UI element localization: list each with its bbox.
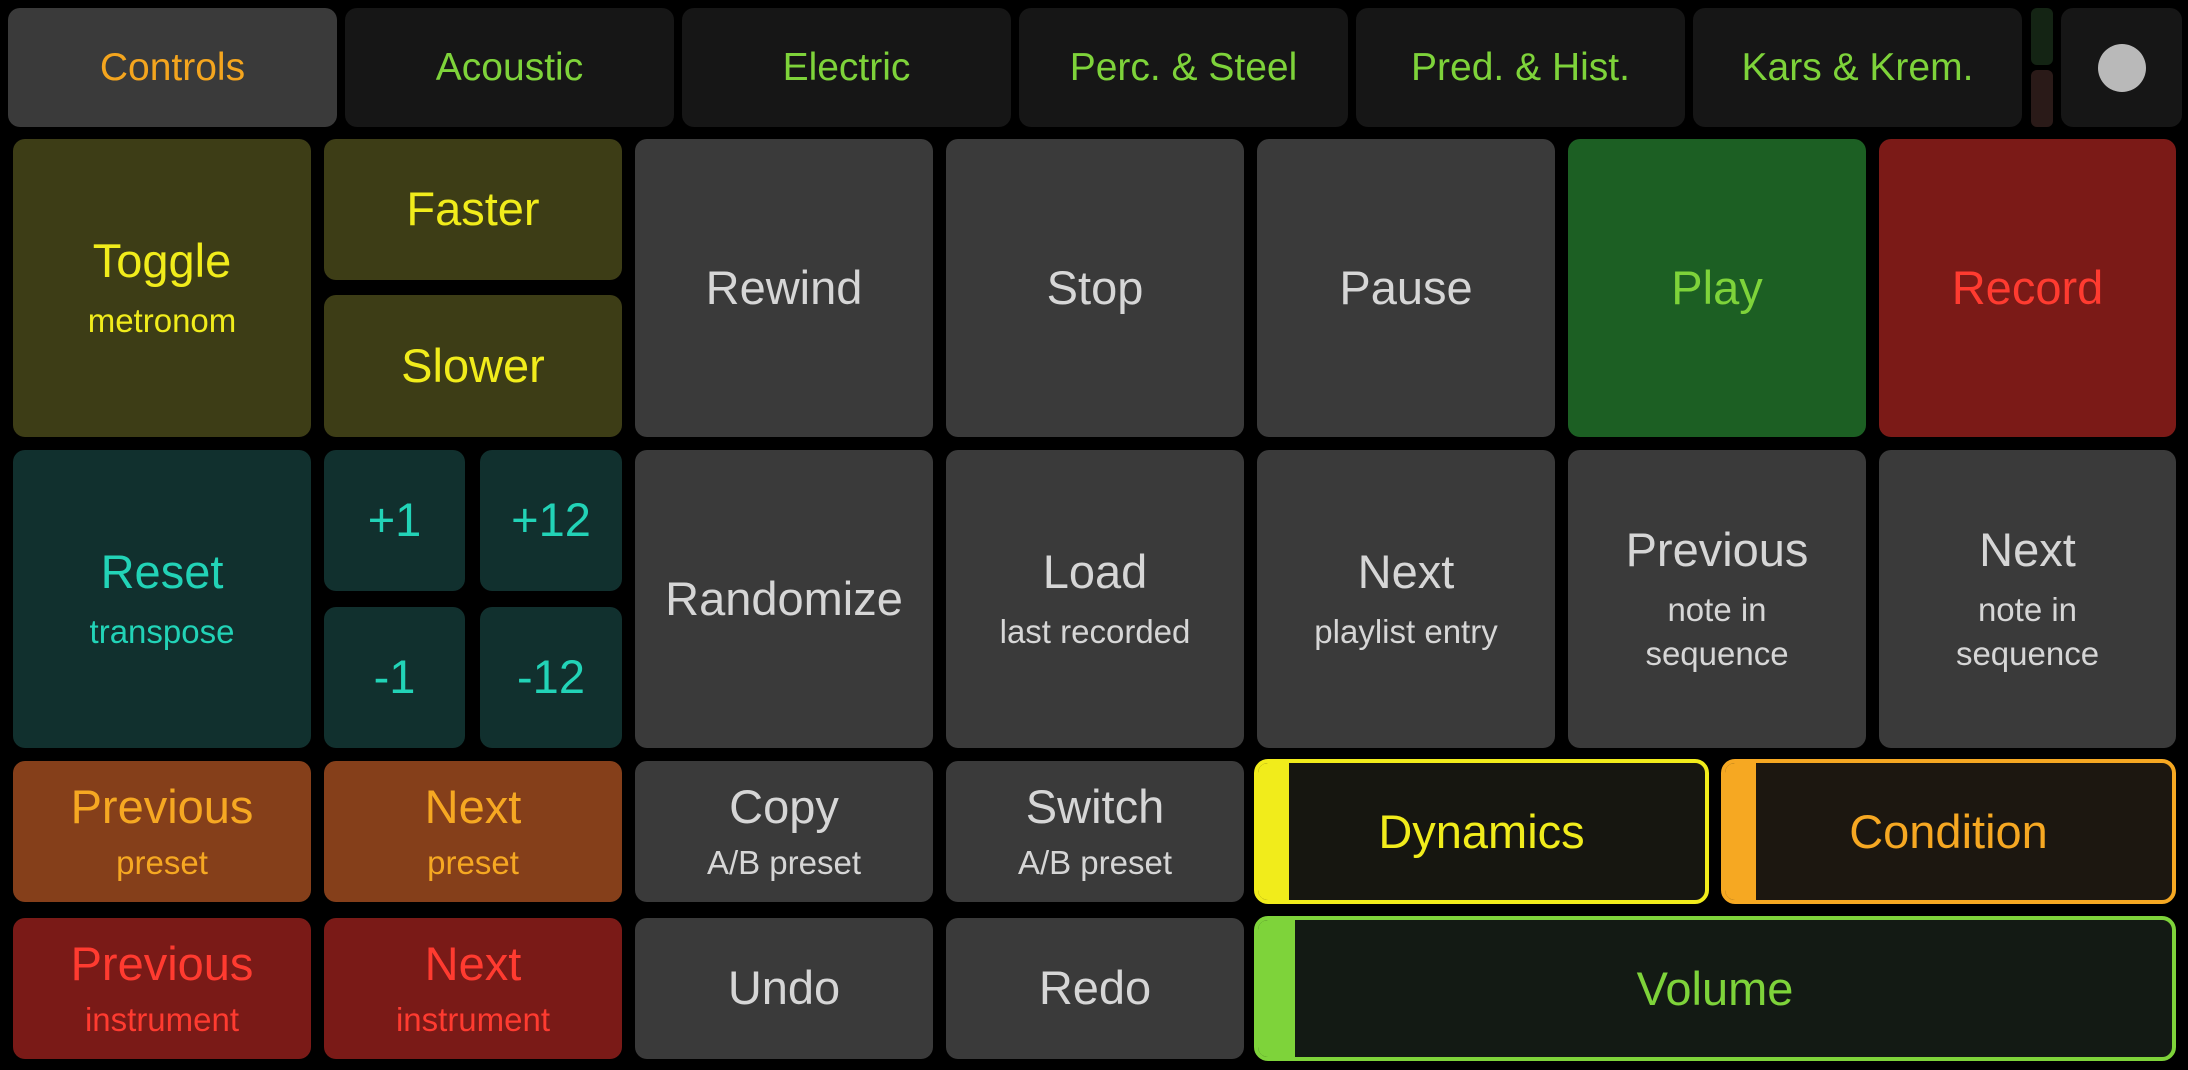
- button-label: +12: [511, 493, 591, 547]
- volume-slider-fill: [1258, 920, 1295, 1057]
- button-sublabel: transpose: [89, 613, 235, 651]
- copy-ab-preset-button[interactable]: Copy A/B preset: [635, 761, 933, 902]
- button-label: Next: [1357, 545, 1455, 599]
- next-preset-button[interactable]: Next preset: [324, 761, 622, 902]
- previous-note-button[interactable]: Previous note in sequence: [1568, 450, 1866, 748]
- button-sublabel: instrument: [395, 1000, 551, 1038]
- switch-ab-preset-button[interactable]: Switch A/B preset: [946, 761, 1244, 902]
- record-button[interactable]: Record: [1879, 139, 2176, 437]
- button-sublabel: A/B preset: [1017, 843, 1173, 881]
- button-label: Rewind: [705, 260, 863, 314]
- reset-transpose-button[interactable]: Reset transpose: [13, 450, 311, 748]
- next-instrument-button[interactable]: Next instrument: [324, 918, 622, 1059]
- dynamics-slider[interactable]: Dynamics: [1254, 759, 1709, 904]
- control-surface: Controls Acoustic Electric Perc. & Steel…: [0, 0, 2188, 1070]
- faster-button[interactable]: Faster: [324, 139, 622, 280]
- button-label: Next: [424, 936, 522, 990]
- next-playlist-entry-button[interactable]: Next playlist entry: [1257, 450, 1555, 748]
- volume-slider[interactable]: Volume: [1254, 916, 2176, 1061]
- menu-button[interactable]: [2061, 8, 2182, 127]
- button-sublabel: A/B preset: [706, 843, 862, 881]
- button-sublabel: playlist entry: [1314, 613, 1498, 651]
- transpose-minus12-button[interactable]: -12: [480, 607, 622, 748]
- button-sublabel: metronom: [87, 302, 237, 340]
- button-label: Reset: [100, 545, 224, 599]
- tab-acoustic[interactable]: Acoustic: [345, 8, 674, 127]
- button-label: Slower: [401, 338, 545, 392]
- previous-instrument-button[interactable]: Previous instrument: [13, 918, 311, 1059]
- dynamics-slider-fill: [1258, 763, 1290, 900]
- button-label: Next: [1979, 523, 2076, 577]
- button-label: Next: [424, 779, 522, 833]
- slider-label: Dynamics: [1378, 805, 1585, 858]
- slower-button[interactable]: Slower: [324, 295, 622, 437]
- button-label: Undo: [727, 961, 841, 1015]
- button-label: Pause: [1339, 260, 1473, 314]
- page-indicator-top: [2031, 8, 2053, 65]
- tab-electric[interactable]: Electric: [682, 8, 1011, 127]
- next-note-button[interactable]: Next note in sequence: [1879, 450, 2176, 748]
- button-sublabel: instrument: [84, 1000, 240, 1038]
- button-label: Redo: [1038, 961, 1152, 1015]
- button-label: +1: [367, 493, 422, 547]
- condition-slider-fill: [1725, 763, 1757, 900]
- page-indicator-bottom: [2031, 70, 2053, 127]
- button-label: Faster: [406, 182, 540, 236]
- tab-kars-krem[interactable]: Kars & Krem.: [1693, 8, 2022, 127]
- stop-button[interactable]: Stop: [946, 139, 1244, 437]
- button-label: -1: [373, 650, 416, 704]
- button-label: Previous: [70, 779, 254, 833]
- tab-controls[interactable]: Controls: [8, 8, 337, 127]
- button-sublabel: preset: [427, 843, 519, 881]
- button-label: Load: [1042, 545, 1148, 599]
- button-sublabel: preset: [116, 843, 208, 881]
- button-label: Record: [1951, 260, 2104, 314]
- button-label: Toggle: [92, 234, 232, 288]
- redo-button[interactable]: Redo: [946, 918, 1244, 1059]
- transpose-minus1-button[interactable]: -1: [324, 607, 465, 748]
- button-sublabel: sequence: [1645, 635, 1789, 673]
- toggle-metronome-button[interactable]: Toggle metronom: [13, 139, 311, 437]
- randomize-button[interactable]: Randomize: [635, 450, 933, 748]
- rewind-button[interactable]: Rewind: [635, 139, 933, 437]
- button-label: Stop: [1046, 260, 1144, 314]
- button-sublabel: note in: [1667, 590, 1767, 628]
- button-label: Play: [1671, 260, 1763, 314]
- button-sublabel: note in: [1977, 590, 2078, 628]
- button-label: Switch: [1025, 779, 1165, 833]
- button-label: -12: [517, 650, 585, 704]
- button-sublabel: sequence: [1955, 635, 2100, 673]
- button-label: Previous: [70, 936, 254, 990]
- tab-perc-steel[interactable]: Perc. & Steel: [1019, 8, 1348, 127]
- circle-icon: [2097, 43, 2146, 92]
- transpose-plus1-button[interactable]: +1: [324, 450, 465, 591]
- condition-slider[interactable]: Condition: [1721, 759, 2176, 904]
- slider-label: Condition: [1849, 805, 2048, 858]
- undo-button[interactable]: Undo: [635, 918, 933, 1059]
- slider-label: Volume: [1636, 962, 1794, 1015]
- button-label: Copy: [729, 779, 839, 833]
- button-sublabel: last recorded: [999, 613, 1191, 651]
- play-button[interactable]: Play: [1568, 139, 1866, 437]
- previous-preset-button[interactable]: Previous preset: [13, 761, 311, 902]
- transpose-plus12-button[interactable]: +12: [480, 450, 622, 591]
- button-label: Randomize: [665, 571, 903, 625]
- load-last-recorded-button[interactable]: Load last recorded: [946, 450, 1244, 748]
- button-label: Previous: [1625, 523, 1809, 577]
- pause-button[interactable]: Pause: [1257, 139, 1555, 437]
- tab-pred-hist[interactable]: Pred. & Hist.: [1356, 8, 1685, 127]
